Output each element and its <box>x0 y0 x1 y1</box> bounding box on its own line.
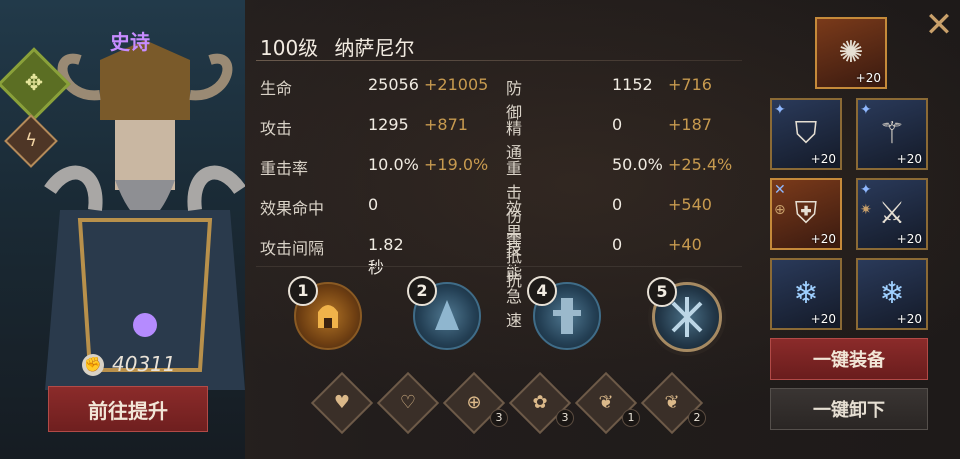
heart-icon: ♥ <box>333 392 351 413</box>
stat-value: 1152 <box>612 75 653 94</box>
stat-label: 攻击 <box>260 119 293 138</box>
flower-icon: ✿ <box>532 392 548 413</box>
stat-bonus: +716 <box>668 75 712 94</box>
talent-count: 2 <box>688 409 706 427</box>
stat-bonus: +540 <box>668 195 712 214</box>
stat-value: 50.0% <box>612 155 663 174</box>
stat-label: 技能急速 <box>506 239 523 330</box>
unequip-all-button[interactable]: 一键卸下 <box>770 388 928 430</box>
stat-value: 0 <box>368 195 379 214</box>
skill-number: 5 <box>647 277 677 307</box>
stat-value: 1.82秒 <box>368 235 404 277</box>
leaf-plus-icon: ❦ <box>664 392 680 413</box>
equip-slot-crystal-2[interactable]: ❄ +20 <box>856 258 928 330</box>
skill-number: 4 <box>527 276 557 306</box>
hero-name: 纳萨尼尔 <box>334 36 415 60</box>
talent-count: 3 <box>556 409 574 427</box>
skill-1[interactable]: 1 <box>288 276 362 350</box>
equip-slot-crystal-1[interactable]: ❄ +20 <box>770 258 842 330</box>
stat-value: 10.0% <box>368 155 419 174</box>
hero-portrait <box>44 40 245 390</box>
divider <box>256 266 742 267</box>
equip-slot-head[interactable]: ✦ ⛉ +20 <box>770 98 842 170</box>
stat-bonus: +25.4% <box>668 155 733 174</box>
heart-shield-icon: ♡ <box>399 392 417 413</box>
stat-bonus: +40 <box>668 235 702 254</box>
equip-slot-bracer[interactable]: ✦ ✷ ⚔ +20 <box>856 178 928 250</box>
equip-all-button[interactable]: 一键装备 <box>770 338 928 380</box>
stat-value: 0 <box>612 115 623 134</box>
equip-level: +20 <box>810 152 836 166</box>
talent-count: 1 <box>622 409 640 427</box>
hero-title: 100级 纳萨尼尔 <box>260 32 415 61</box>
equip-level: +20 <box>896 232 922 246</box>
equip-level: +20 <box>810 232 836 246</box>
stat-value: 25056 <box>368 75 419 94</box>
stat-label: 重击率 <box>260 159 309 178</box>
skill-number: 2 <box>407 276 437 306</box>
stat-value: 1295 <box>368 115 409 134</box>
equip-level: +20 <box>810 312 836 326</box>
combat-power: 40311 <box>112 352 176 376</box>
stat-bonus: +187 <box>668 115 712 134</box>
hero-panel: 史诗 ✥ ϟ ✊ 40311 前往提升 <box>0 0 245 459</box>
artifact-slot[interactable]: ✺ +20 <box>815 17 887 89</box>
skill-3[interactable]: 4 <box>527 276 601 350</box>
equip-level: +20 <box>896 152 922 166</box>
equip-slot-weapon[interactable]: ✦ ⚚ +20 <box>856 98 928 170</box>
stat-bonus: +871 <box>424 115 468 134</box>
stat-value: 0 <box>612 195 623 214</box>
hero-level: 100级 <box>260 36 319 60</box>
stat-bonus: +21005 <box>424 75 489 94</box>
equip-level: +20 <box>855 71 881 85</box>
skill-number: 1 <box>288 276 318 306</box>
close-icon[interactable]: ✕ <box>922 8 956 42</box>
equip-slot-armor[interactable]: ✕ ⊕ ⛨ +20 <box>770 178 842 250</box>
stat-bonus: +19.0% <box>424 155 489 174</box>
skill-2[interactable]: 2 <box>407 276 481 350</box>
stat-label: 生命 <box>260 79 293 98</box>
talent-count: 3 <box>490 409 508 427</box>
rarity-label: 史诗 <box>110 30 150 54</box>
equip-level: +20 <box>896 312 922 326</box>
stat-label: 攻击间隔 <box>260 239 325 258</box>
target-icon: ⊕ <box>466 392 482 413</box>
skill-4[interactable]: 5 <box>647 277 722 352</box>
stat-label: 效果命中 <box>260 199 325 218</box>
upgrade-button[interactable]: 前往提升 <box>48 386 208 432</box>
leaf-plus-icon: ❦ <box>598 392 614 413</box>
divider <box>256 60 742 61</box>
stat-value: 0 <box>612 235 623 254</box>
